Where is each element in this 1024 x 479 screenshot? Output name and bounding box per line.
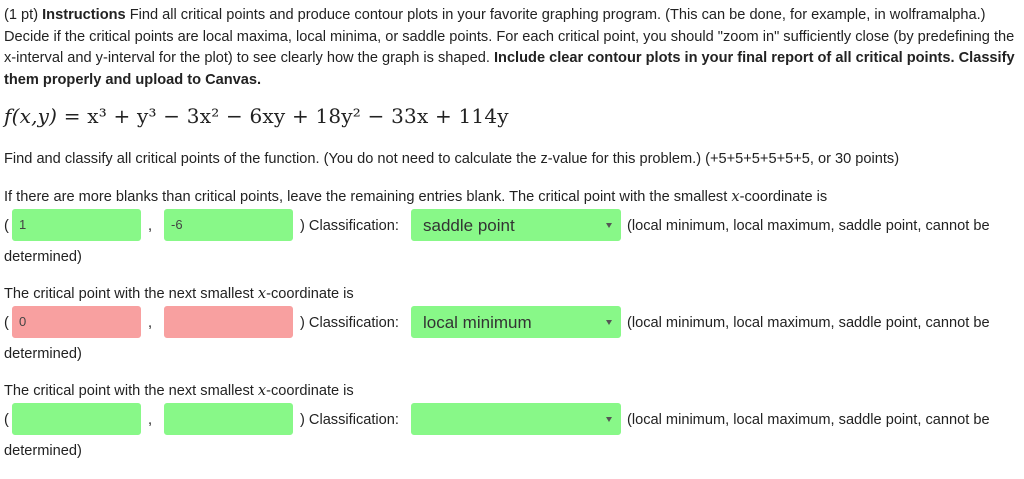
next-label-suffix: -coordinate is xyxy=(266,383,354,399)
blanks-note-prefix: If there are more blanks than critical p… xyxy=(4,189,732,205)
function-formula: f(x,y) = x³ + y³ − 3x² − 6xy + 18y² − 33… xyxy=(4,104,509,128)
comma: , xyxy=(148,218,153,234)
classification-label: ) Classification: xyxy=(300,412,399,428)
classification-select-2[interactable]: local minimum xyxy=(411,306,621,338)
y-coordinate-input-2[interactable] xyxy=(164,306,293,338)
instructions-heading: Instructions xyxy=(42,7,126,23)
x-symbol: x xyxy=(731,188,740,205)
options-note: (local minimum, local maximum, saddle po… xyxy=(627,412,990,428)
x-coordinate-input-1[interactable]: 1 xyxy=(12,209,141,241)
critical-point-row-3: ( , ) Classification: (local minimum, lo… xyxy=(0,403,1024,459)
function-rhs: = x³ + y³ − 3x² − 6xy + 18y² − 33x + 114… xyxy=(63,104,509,128)
x-coordinate-input-2[interactable]: 0 xyxy=(12,306,141,338)
x-symbol: x xyxy=(257,382,267,399)
chevron-down-icon xyxy=(606,223,612,228)
next-label-prefix: The critical point with the next smalles… xyxy=(4,286,258,302)
blanks-note: If there are more blanks than critical p… xyxy=(4,186,1020,209)
blanks-note-suffix: -coordinate is xyxy=(739,189,828,205)
comma: , xyxy=(148,412,153,428)
classification-label: ) Classification: xyxy=(300,315,399,331)
chevron-down-icon xyxy=(606,320,612,325)
next-label-suffix: -coordinate is xyxy=(266,286,354,302)
x-coordinate-input-3[interactable] xyxy=(12,403,141,435)
open-paren: ( xyxy=(4,315,9,331)
classification-label: ) Classification: xyxy=(300,218,399,234)
next-label-prefix: The critical point with the next smalles… xyxy=(4,383,258,399)
classification-select-1[interactable]: saddle point xyxy=(411,209,621,241)
classification-select-3[interactable] xyxy=(411,403,621,435)
next-point-label-2: The critical point with the next smalles… xyxy=(4,380,354,402)
determined-label: determined) xyxy=(4,249,82,265)
classification-value-2: local minimum xyxy=(423,313,532,332)
determined-label: determined) xyxy=(4,346,82,362)
determined-label: determined) xyxy=(4,443,82,459)
open-paren: ( xyxy=(4,412,9,428)
y-coordinate-input-1[interactable]: -6 xyxy=(164,209,293,241)
function-lhs: f(x,y) xyxy=(4,104,58,128)
chevron-down-icon xyxy=(606,417,612,422)
points-label: (1 pt) xyxy=(4,7,39,23)
next-point-label-1: The critical point with the next smalles… xyxy=(4,283,354,305)
options-note: (local minimum, local maximum, saddle po… xyxy=(627,218,990,234)
task-text: Find and classify all critical points of… xyxy=(4,151,900,167)
options-note: (local minimum, local maximum, saddle po… xyxy=(627,315,990,331)
critical-point-row-1: ( 1 , -6 ) Classification: saddle point … xyxy=(0,209,1024,265)
y-coordinate-input-3[interactable] xyxy=(164,403,293,435)
instructions-paragraph: (1 pt) Instructions Find all critical po… xyxy=(4,5,1020,91)
x-symbol: x xyxy=(257,285,267,302)
comma: , xyxy=(148,315,153,331)
critical-point-row-2: ( 0 , ) Classification: local minimum (l… xyxy=(0,306,1024,362)
classification-value-1: saddle point xyxy=(423,216,515,235)
open-paren: ( xyxy=(4,218,9,234)
